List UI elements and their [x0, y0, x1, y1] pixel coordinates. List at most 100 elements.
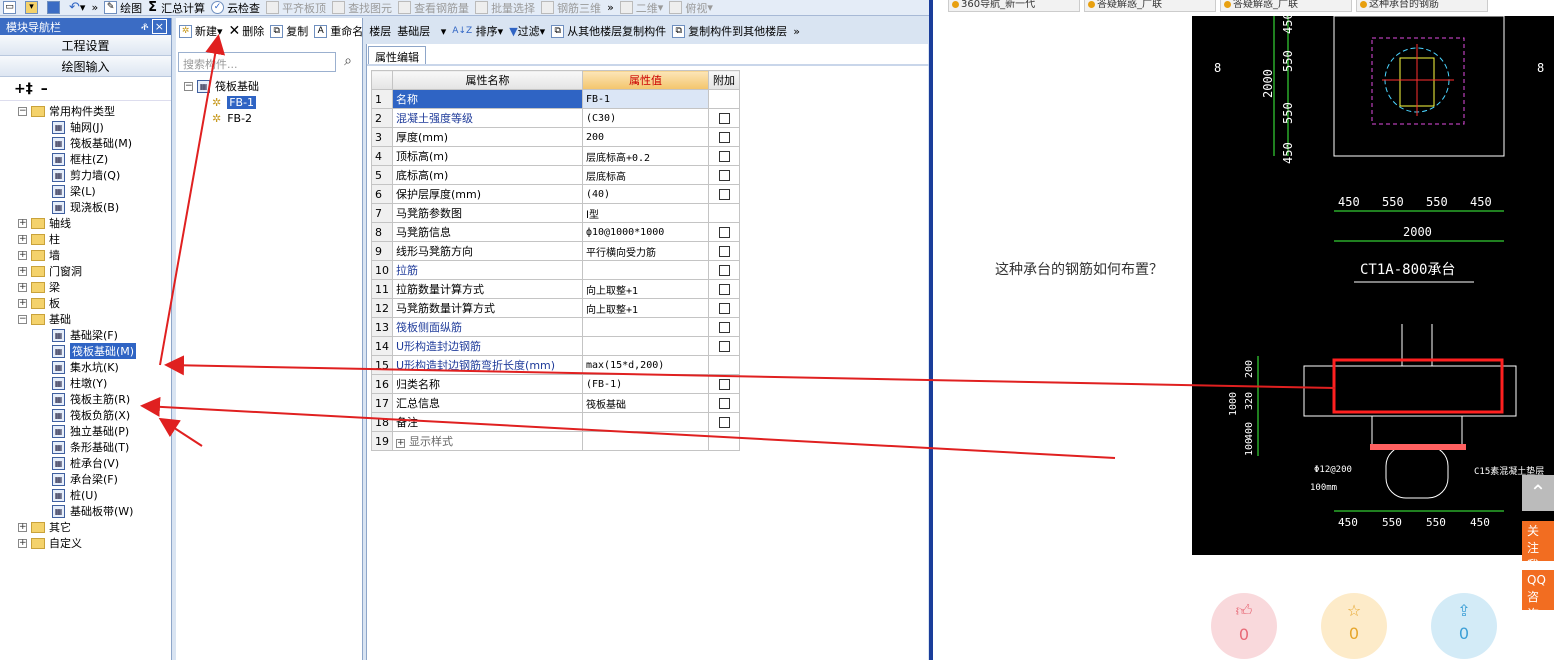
property-value[interactable]: Ⅰ型	[582, 203, 709, 223]
toolbar-summary-button[interactable]: Σ 汇总计算	[145, 0, 208, 15]
component-root[interactable]: − ▦ 筏板基础	[184, 78, 259, 94]
project-settings-button[interactable]: 工程设置	[0, 35, 171, 56]
nav-item[interactable]: ▦ 承台梁(F)	[0, 471, 171, 487]
new-component-button[interactable]: ✲ 新建 ▾	[176, 23, 226, 39]
property-row[interactable]: 6 保护层厚度(mm) (40)	[371, 184, 740, 204]
nav-item[interactable]: ▦ 剪力墙(Q)	[0, 167, 171, 183]
property-value[interactable]: 平行横向受力筋	[582, 241, 709, 261]
property-row[interactable]: 4 顶标高(m) 层底标高+0.2	[371, 146, 740, 166]
nav-item[interactable]: ▦ 基础梁(F)	[0, 327, 171, 343]
component-item-fb1[interactable]: ✲ FB-1	[184, 94, 259, 110]
property-extra[interactable]	[708, 374, 740, 394]
browser-tab[interactable]: 答疑解惑_广联	[1220, 0, 1352, 12]
property-value[interactable]: (40)	[582, 184, 709, 204]
back-to-top-button[interactable]: ⌃	[1522, 475, 1554, 511]
property-value[interactable]	[582, 260, 709, 280]
property-value[interactable]	[582, 317, 709, 337]
extra-checkbox[interactable]	[718, 322, 730, 333]
extra-checkbox[interactable]	[718, 379, 730, 390]
expand-toggle-icon[interactable]: +	[18, 266, 27, 276]
toolbar-flush-top-button[interactable]: 平齐板顶	[263, 0, 329, 15]
nav-folder[interactable]: + 梁	[0, 279, 171, 295]
open-file-icon[interactable]: ▾	[22, 0, 44, 15]
property-row[interactable]: 3 厚度(mm) 200	[371, 127, 740, 147]
component-search-input[interactable]: 搜索构件...	[178, 52, 336, 72]
property-value[interactable]: (FB-1)	[582, 374, 709, 394]
property-value[interactable]	[582, 431, 709, 451]
nav-item[interactable]: ▦ 筏板主筋(R)	[0, 391, 171, 407]
property-row[interactable]: 2 混凝土强度等级 (C30)	[371, 108, 740, 128]
nav-item[interactable]: ▦ 筏板基础(M)	[0, 135, 171, 151]
property-extra[interactable]	[708, 146, 740, 166]
nav-item[interactable]: ▦ 集水坑(K)	[0, 359, 171, 375]
toolbar-rebar-3d-button[interactable]: 钢筋三维	[538, 0, 604, 15]
property-value[interactable]: FB-1	[582, 89, 709, 109]
copy-button[interactable]: ⧉ 复制	[267, 23, 311, 39]
floor-select[interactable]: 基础层 ▾	[394, 23, 449, 39]
property-value[interactable]: max(15*d,200)	[582, 355, 709, 375]
toolbar-overflow-icon[interactable]: »	[790, 23, 803, 39]
favorite-button[interactable]: ☆ 0	[1321, 593, 1387, 659]
extra-checkbox[interactable]	[718, 303, 730, 314]
extra-checkbox[interactable]	[718, 246, 730, 257]
collapse-toggle-icon[interactable]: −	[184, 81, 193, 91]
share-button[interactable]: ⇪ 0	[1431, 593, 1497, 659]
search-icon[interactable]: ⌕	[338, 52, 358, 72]
expand-toggle-icon[interactable]: +	[18, 538, 27, 548]
property-row[interactable]: 7 马凳筋参数图 Ⅰ型	[371, 203, 740, 223]
extra-checkbox[interactable]	[718, 341, 730, 352]
extra-checkbox[interactable]	[718, 113, 730, 124]
property-row[interactable]: 10 拉筋	[371, 260, 740, 280]
sort-button[interactable]: A↓Z 排序 ▾	[449, 23, 506, 39]
property-value[interactable]: 200	[582, 127, 709, 147]
extra-checkbox[interactable]	[718, 417, 730, 428]
property-extra[interactable]	[708, 298, 740, 318]
property-extra[interactable]	[708, 317, 740, 337]
toolbar-view-dropdown[interactable]: 俯视 ▾	[666, 0, 716, 15]
nav-item[interactable]: ▦ 框柱(Z)	[0, 151, 171, 167]
toolbar-2d-dropdown[interactable]: 二维 ▾	[617, 0, 667, 15]
property-extra[interactable]	[708, 393, 740, 413]
toolbar-cloud-check-button[interactable]: ✓ 云检查	[208, 0, 263, 15]
property-extra[interactable]	[708, 184, 740, 204]
expand-toggle-icon[interactable]: +	[18, 234, 27, 244]
property-extra[interactable]	[708, 108, 740, 128]
extra-checkbox[interactable]	[718, 151, 730, 162]
extra-checkbox[interactable]	[718, 284, 730, 295]
property-row[interactable]: 17 汇总信息 筏板基础	[371, 393, 740, 413]
copy-from-floor-button[interactable]: ⧉ 从其他楼层复制构件	[548, 23, 669, 39]
toolbar-overflow-icon[interactable]: »	[604, 0, 617, 15]
undo-icon[interactable]: ↶ ▾	[66, 0, 88, 15]
property-value[interactable]: 向上取整+1	[582, 298, 709, 318]
property-value[interactable]: ф10@1000*1000	[582, 222, 709, 242]
property-row[interactable]: 15 U形构造封边钢筋弯折长度(mm) max(15*d,200)	[371, 355, 740, 375]
extra-checkbox[interactable]	[718, 265, 730, 276]
browser-tab[interactable]: 这种承台的钢筋	[1356, 0, 1488, 12]
property-row[interactable]: 16 归类名称 (FB-1)	[371, 374, 740, 394]
nav-item[interactable]: ▦ 基础板带(W)	[0, 503, 171, 519]
follow-us-button[interactable]: 关注我们	[1522, 521, 1554, 589]
property-value[interactable]	[582, 412, 709, 432]
save-icon[interactable]	[44, 0, 66, 15]
property-row[interactable]: 13 筏板侧面纵筋	[371, 317, 740, 337]
property-row[interactable]: 5 底标高(m) 层底标高	[371, 165, 740, 185]
nav-folder[interactable]: + 自定义	[0, 535, 171, 551]
nav-item[interactable]: ▦ 筏板基础(M)	[0, 342, 171, 360]
component-item-fb2[interactable]: ✲ FB-2	[184, 110, 259, 126]
property-extra[interactable]	[708, 336, 740, 356]
nav-item[interactable]: ▦ 柱墩(Y)	[0, 375, 171, 391]
toolbar-draw-button[interactable]: ✎ 绘图	[101, 0, 145, 15]
property-row[interactable]: 11 拉筋数量计算方式 向上取整+1	[371, 279, 740, 299]
property-value[interactable]: 筏板基础	[582, 393, 709, 413]
toolbar-overflow-icon[interactable]: »	[88, 0, 101, 15]
delete-button[interactable]: ✕ 删除	[226, 23, 268, 39]
browser-tab[interactable]: 360导航_新一代	[948, 0, 1080, 12]
nav-item[interactable]: ▦ 桩承台(V)	[0, 455, 171, 471]
filter-button[interactable]: ▼ 过滤 ▾	[506, 23, 548, 39]
expand-toggle-icon[interactable]: +	[18, 250, 27, 260]
property-extra[interactable]	[708, 127, 740, 147]
property-row[interactable]: 8 马凳筋信息 ф10@1000*1000	[371, 222, 740, 242]
expand-toggle-icon[interactable]: +	[18, 282, 27, 292]
browser-tab[interactable]: 答疑解惑_广联	[1084, 0, 1216, 12]
extra-checkbox[interactable]	[718, 398, 730, 409]
